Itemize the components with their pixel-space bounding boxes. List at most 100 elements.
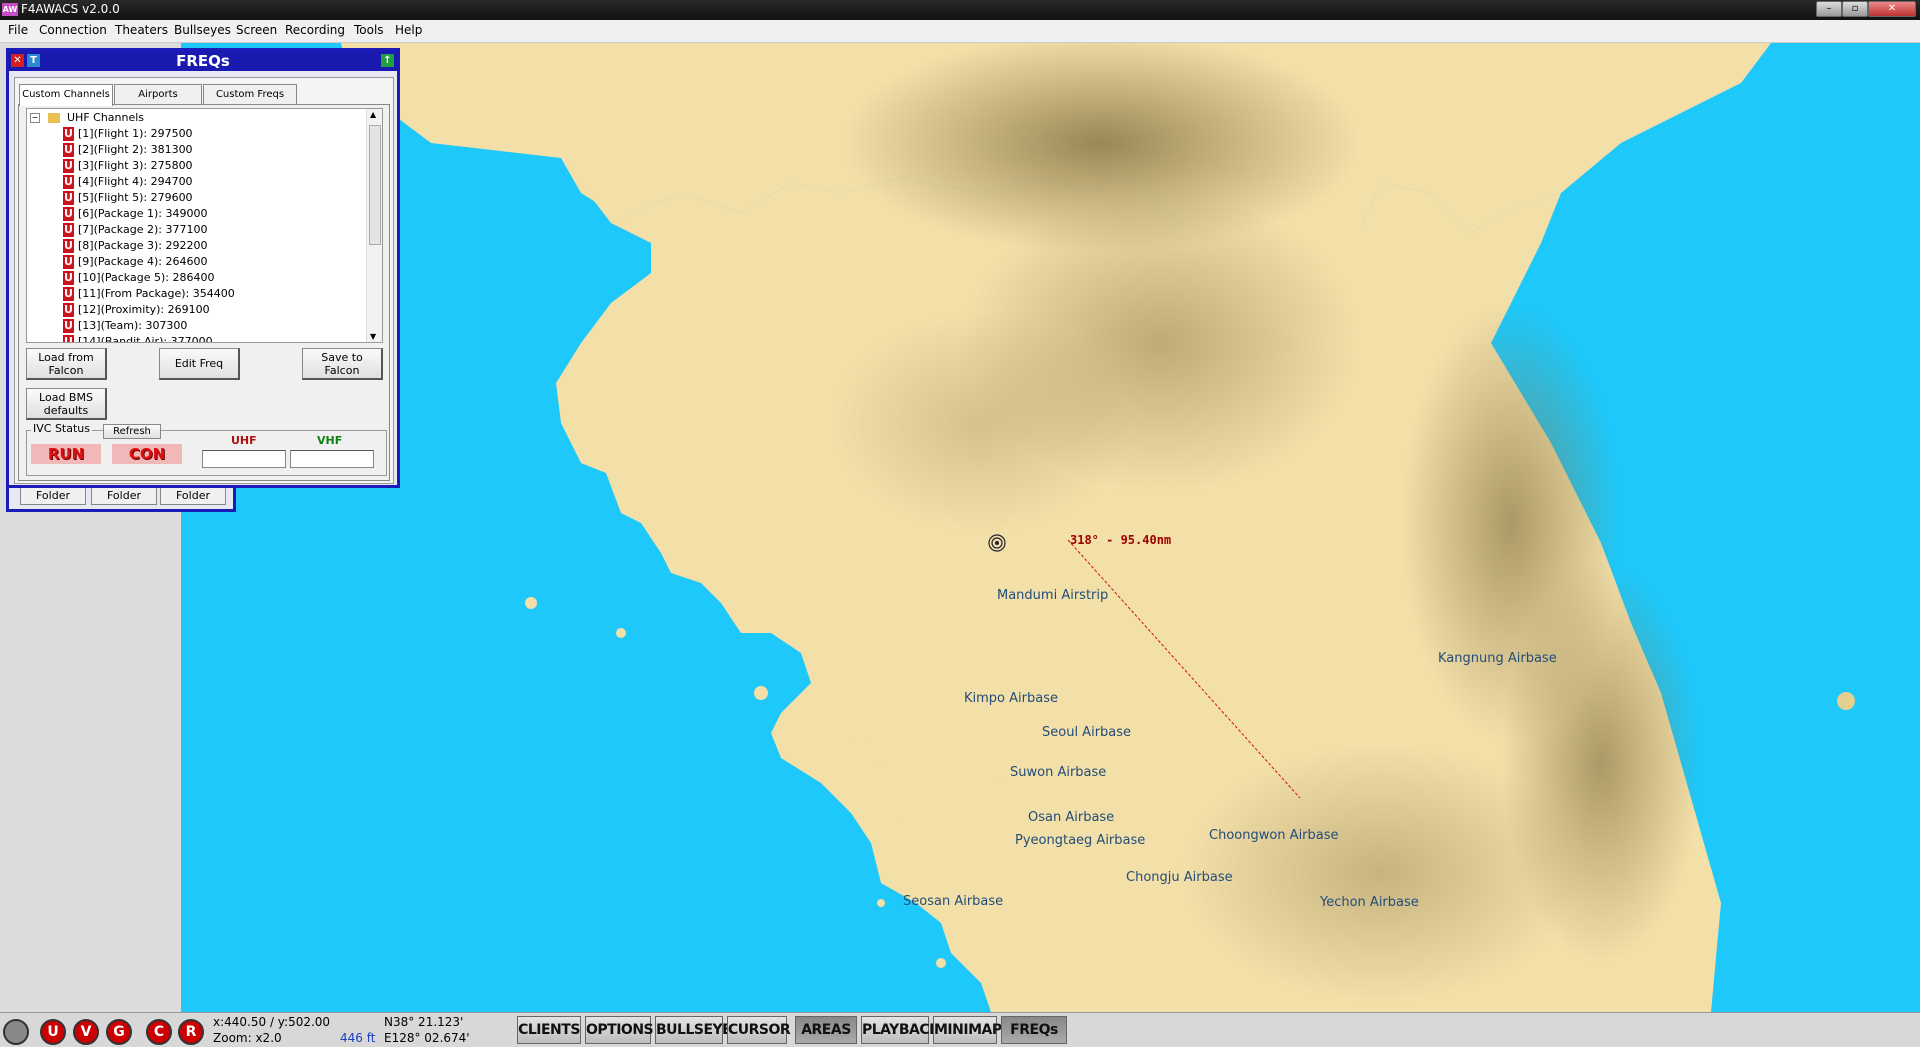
channel-item[interactable]: U [3](Flight 3): 275800 bbox=[63, 158, 193, 174]
tab-custom-channels[interactable]: Custom Channels bbox=[19, 84, 113, 106]
island-w8 bbox=[867, 819, 875, 827]
channel-label: [14](Bandit Air): 377000 bbox=[78, 335, 213, 343]
freqs-button[interactable]: FREQs bbox=[1001, 1016, 1067, 1044]
freqs-titlebar[interactable]: FREQs ✕ T ↑ bbox=[9, 51, 397, 71]
folder-icon bbox=[47, 113, 60, 123]
channel-item[interactable]: U [5](Flight 5): 279600 bbox=[63, 190, 193, 206]
vhf-field[interactable] bbox=[290, 450, 374, 468]
uhf-channel-icon: U bbox=[63, 223, 74, 237]
airbase-label[interactable]: Yechon Airbase bbox=[1320, 895, 1419, 910]
island-ulleung bbox=[1837, 692, 1855, 710]
channel-item[interactable]: U [10](Package 5): 286400 bbox=[63, 270, 214, 286]
channel-label: [10](Package 5): 286400 bbox=[78, 271, 215, 284]
channel-item[interactable]: U [12](Proximity): 269100 bbox=[63, 302, 210, 318]
window-title: F4AWACS v2.0.0 bbox=[21, 2, 120, 16]
tree-root[interactable]: − UHF Channels bbox=[30, 110, 144, 126]
close-window-button[interactable]: ✕ bbox=[1868, 1, 1916, 17]
ivc-status-label: IVC Status bbox=[31, 422, 92, 435]
island-w5 bbox=[876, 758, 886, 768]
v-button[interactable]: V bbox=[73, 1019, 99, 1045]
save-to-falcon-button[interactable]: Save to Falcon bbox=[302, 348, 383, 380]
status-circle-button[interactable] bbox=[3, 1019, 29, 1045]
channel-item[interactable]: U [6](Package 1): 349000 bbox=[63, 206, 207, 222]
menu-connection[interactable]: Connection bbox=[39, 23, 107, 37]
airbase-label[interactable]: Suwon Airbase bbox=[1010, 765, 1106, 780]
menu-recording[interactable]: Recording bbox=[285, 23, 345, 37]
menu-theaters[interactable]: Theaters bbox=[115, 23, 168, 37]
t-icon[interactable]: T bbox=[27, 54, 40, 67]
island-w4 bbox=[855, 737, 867, 749]
channel-label: [9](Package 4): 264600 bbox=[78, 255, 208, 268]
channel-label: [3](Flight 3): 275800 bbox=[78, 159, 193, 172]
altitude: 446 ft bbox=[340, 1031, 376, 1045]
maximize-button[interactable]: ▫ bbox=[1842, 1, 1868, 17]
tab-custom-freqs[interactable]: Custom Freqs bbox=[203, 84, 297, 105]
cursor-button[interactable]: CURSOR bbox=[727, 1016, 791, 1044]
run-indicator[interactable]: RUN bbox=[31, 444, 101, 464]
minimap-button[interactable]: MINIMAP bbox=[933, 1016, 1002, 1044]
load-from-falcon-button[interactable]: Load from Falcon bbox=[26, 348, 107, 380]
channel-tree[interactable]: − UHF Channels U [1](Flight 1): 297500 U [2… bbox=[26, 108, 383, 343]
tab-airports[interactable]: Airports bbox=[114, 84, 202, 105]
airbase-label[interactable]: Pyeongtaeg Airbase bbox=[1015, 833, 1145, 848]
g-button[interactable]: G bbox=[106, 1019, 132, 1045]
u-button[interactable]: U bbox=[40, 1019, 66, 1045]
areas-button[interactable]: AREAS bbox=[795, 1016, 857, 1044]
arrow-up-icon[interactable]: ↑ bbox=[381, 54, 394, 67]
folder-button[interactable]: Folder bbox=[160, 487, 226, 505]
edit-freq-button[interactable]: Edit Freq bbox=[159, 348, 240, 380]
channel-label: [4](Flight 4): 294700 bbox=[78, 175, 193, 188]
map-view[interactable]: 318° - 95.40nm Mandumi Airstrip Kimpo Ai… bbox=[181, 43, 1920, 1012]
clients-button[interactable]: CLIENTS bbox=[517, 1016, 581, 1044]
channel-item[interactable]: U [1](Flight 1): 297500 bbox=[63, 126, 193, 142]
channel-item[interactable]: U [8](Package 3): 292200 bbox=[63, 238, 207, 254]
menu-file[interactable]: File bbox=[8, 23, 28, 37]
folder-button[interactable]: Folder bbox=[91, 487, 157, 505]
channel-item[interactable]: U [13](Team): 307300 bbox=[63, 318, 187, 334]
airbase-label[interactable]: Osan Airbase bbox=[1028, 810, 1114, 825]
collapse-icon[interactable]: − bbox=[30, 113, 40, 123]
con-indicator[interactable]: CON bbox=[112, 444, 182, 464]
load-bms-defaults-button[interactable]: Load BMS defaults bbox=[26, 388, 107, 420]
island-w3 bbox=[754, 686, 768, 700]
menu-tools[interactable]: Tools bbox=[354, 23, 384, 37]
scroll-thumb[interactable] bbox=[369, 125, 381, 245]
airbase-label[interactable]: Kangnung Airbase bbox=[1438, 651, 1557, 666]
airbase-label[interactable]: Kimpo Airbase bbox=[964, 691, 1058, 706]
channel-item[interactable]: U [11](From Package): 354400 bbox=[63, 286, 235, 302]
folder-button[interactable]: Folder bbox=[20, 487, 86, 505]
ivc-status-group: IVC Status Refresh RUN CON UHF VHF bbox=[26, 422, 387, 476]
scroll-down-icon[interactable]: ▼ bbox=[370, 332, 376, 341]
channel-item[interactable]: U [4](Flight 4): 294700 bbox=[63, 174, 193, 190]
options-button[interactable]: OPTIONS bbox=[585, 1016, 654, 1044]
menu-bullseyes[interactable]: Bullseyes bbox=[174, 23, 231, 37]
playback-button[interactable]: PLAYBACK bbox=[861, 1016, 940, 1044]
r-button[interactable]: R bbox=[178, 1019, 204, 1045]
minimize-button[interactable]: – bbox=[1816, 1, 1842, 17]
scroll-up-icon[interactable]: ▲ bbox=[370, 110, 376, 119]
airbase-label[interactable]: Mandumi Airstrip bbox=[997, 588, 1108, 603]
menu-help[interactable]: Help bbox=[395, 23, 422, 37]
bullseye-button[interactable]: BULLSEYE bbox=[655, 1016, 732, 1044]
c-button[interactable]: C bbox=[146, 1019, 172, 1045]
channel-label: [7](Package 2): 377100 bbox=[78, 223, 208, 236]
channel-item[interactable]: U [2](Flight 2): 381300 bbox=[63, 142, 193, 158]
channel-label: [2](Flight 2): 381300 bbox=[78, 143, 193, 156]
airbase-label[interactable]: Seosan Airbase bbox=[903, 894, 1003, 909]
close-icon[interactable]: ✕ bbox=[11, 54, 24, 67]
airbase-label[interactable]: Seoul Airbase bbox=[1042, 725, 1131, 740]
channel-item[interactable]: U [9](Package 4): 264600 bbox=[63, 254, 207, 270]
airbase-label[interactable]: Choongwon Airbase bbox=[1209, 828, 1339, 843]
uhf-channel-icon: U bbox=[63, 239, 74, 253]
menu-screen[interactable]: Screen bbox=[236, 23, 277, 37]
channel-label: [12](Proximity): 269100 bbox=[78, 303, 210, 316]
airbase-label[interactable]: Chongju Airbase bbox=[1126, 870, 1233, 885]
refresh-button[interactable]: Refresh bbox=[103, 424, 161, 439]
mountains-south bbox=[1181, 743, 1581, 1003]
channel-item[interactable]: U [14](Bandit Air): 377000 bbox=[63, 334, 213, 343]
channel-item[interactable]: U [7](Package 2): 377100 bbox=[63, 222, 207, 238]
uhf-field[interactable] bbox=[202, 450, 286, 468]
island-w11 bbox=[936, 958, 946, 968]
tree-scrollbar[interactable]: ▲ ▼ bbox=[366, 109, 382, 342]
bottom-toolbar: U V G C R x:440.50 / y:502.00 Zoom: x2.0… bbox=[0, 1012, 1920, 1047]
